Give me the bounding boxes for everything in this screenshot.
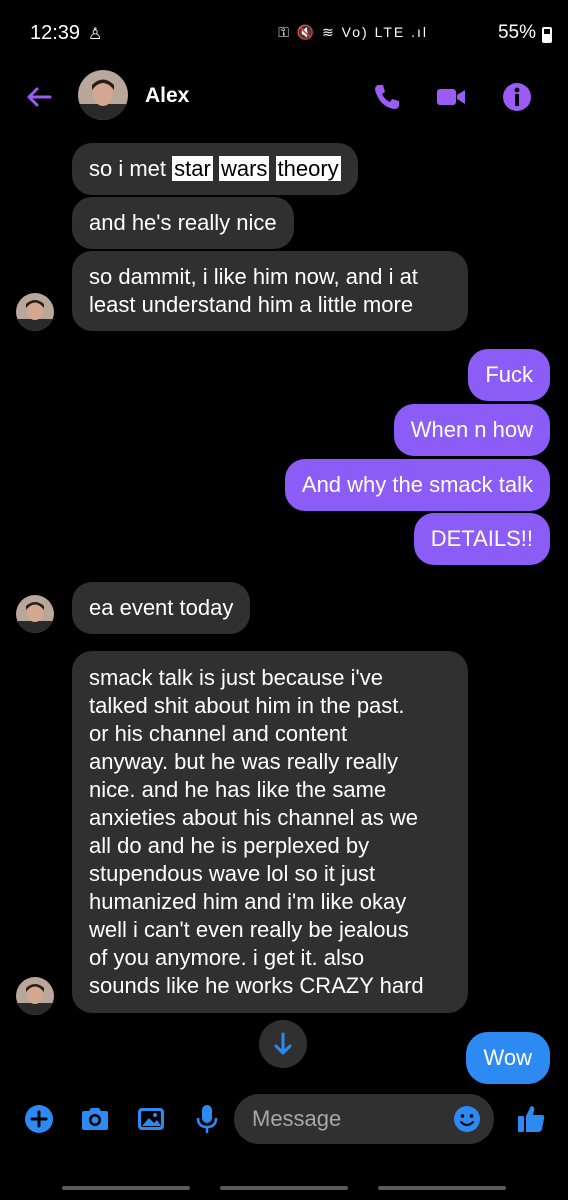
contact-name[interactable]: Alex bbox=[145, 84, 189, 108]
voice-button[interactable] bbox=[190, 1102, 224, 1136]
arrow-down-icon bbox=[274, 1032, 292, 1055]
message-bubble-incoming[interactable]: smack talk is just because i've talked s… bbox=[72, 651, 468, 1013]
emoji-button[interactable] bbox=[452, 1104, 482, 1134]
highlighted-word: wars bbox=[218, 156, 270, 181]
battery-icon bbox=[542, 27, 552, 43]
like-button[interactable] bbox=[514, 1102, 548, 1136]
battery-percent: 55% bbox=[497, 22, 536, 43]
plus-icon bbox=[25, 1105, 53, 1133]
message-line: all do and he is perplexed by bbox=[89, 833, 370, 858]
message-line: or his channel and content bbox=[89, 721, 348, 746]
status-bar: 12:39 ♙ ⚿ 🔇 ≋ Vo) LTE .ıl 55% bbox=[0, 0, 568, 62]
message-bubble-incoming[interactable]: so dammit, i like him now, and i at leas… bbox=[72, 251, 468, 331]
message-text bbox=[269, 156, 275, 181]
thumbs-up-icon bbox=[518, 1106, 545, 1132]
composer-bar bbox=[0, 1090, 568, 1150]
gallery-icon bbox=[138, 1108, 164, 1130]
camera-icon bbox=[82, 1108, 108, 1130]
message-line: anxieties about his channel as we bbox=[89, 805, 418, 830]
info-button[interactable] bbox=[500, 80, 534, 114]
message-bubble-outgoing[interactable]: When n how bbox=[393, 404, 550, 456]
sender-avatar[interactable] bbox=[16, 293, 54, 331]
highlighted-word: theory bbox=[275, 156, 341, 181]
video-call-button[interactable] bbox=[434, 80, 468, 114]
sender-avatar[interactable] bbox=[16, 595, 54, 633]
nav-home[interactable] bbox=[220, 1186, 348, 1190]
message-bubble-outgoing[interactable]: Fuck bbox=[468, 349, 550, 401]
highlighted-word: star bbox=[172, 156, 213, 181]
add-button[interactable] bbox=[22, 1102, 56, 1136]
message-bubble-incoming[interactable]: ea event today bbox=[72, 582, 251, 634]
system-nav-bar bbox=[0, 1160, 568, 1200]
message-line: well i can't even really be jealous bbox=[89, 917, 409, 942]
phone-icon bbox=[375, 85, 399, 109]
notification-icon: ♙ bbox=[88, 26, 103, 43]
message-bubble-outgoing[interactable]: Wow bbox=[465, 1032, 550, 1084]
message-text: and he's really nice bbox=[89, 210, 277, 235]
message-text: DETAILS!! bbox=[430, 526, 533, 551]
message-line: talked shit about him in the past. bbox=[89, 693, 405, 718]
message-text: so i met bbox=[89, 156, 173, 181]
message-line: so dammit, i like him now, and i at bbox=[89, 264, 418, 289]
scroll-to-bottom-button[interactable] bbox=[259, 1020, 307, 1068]
back-button[interactable] bbox=[22, 80, 56, 114]
camera-button[interactable] bbox=[78, 1102, 112, 1136]
chat-header: Alex bbox=[0, 62, 568, 132]
status-icons: ⚿ 🔇 ≋ Vo) LTE .ıl bbox=[278, 24, 428, 40]
message-bubble-outgoing[interactable]: And why the smack talk bbox=[284, 459, 550, 511]
video-icon bbox=[437, 89, 465, 105]
message-line: nice. and he has like the same bbox=[89, 777, 387, 802]
call-button[interactable] bbox=[370, 80, 404, 114]
mic-icon bbox=[196, 1105, 218, 1133]
gallery-button[interactable] bbox=[134, 1102, 168, 1136]
info-icon bbox=[503, 83, 531, 111]
message-bubble-outgoing[interactable]: DETAILS!! bbox=[413, 513, 550, 565]
message-line: humanized him and i'm like okay bbox=[89, 889, 407, 914]
message-text: When n how bbox=[410, 417, 533, 442]
nav-back[interactable] bbox=[378, 1186, 506, 1190]
back-arrow-icon bbox=[27, 87, 52, 107]
sender-avatar[interactable] bbox=[16, 977, 54, 1015]
message-text: ea event today bbox=[89, 595, 234, 620]
nav-recents[interactable] bbox=[62, 1186, 190, 1190]
message-line: smack talk is just because i've bbox=[89, 665, 383, 690]
message-text: Fuck bbox=[485, 362, 533, 387]
message-bubble-incoming[interactable]: and he's really nice bbox=[72, 197, 294, 249]
message-line: least understand him a little more bbox=[89, 292, 414, 317]
message-line: anyway. but he was really really bbox=[89, 749, 398, 774]
status-time: 12:39 bbox=[30, 22, 81, 44]
message-text: Wow bbox=[483, 1045, 533, 1070]
contact-avatar[interactable] bbox=[78, 70, 128, 120]
message-text: And why the smack talk bbox=[301, 472, 533, 497]
message-line: of you anymore. i get it. also bbox=[89, 945, 365, 970]
message-bubble-incoming[interactable]: so i met star wars theory bbox=[72, 143, 358, 195]
emoji-icon bbox=[454, 1106, 480, 1132]
message-line: sounds like he works CRAZY hard bbox=[89, 973, 424, 998]
message-line: stupendous wave lol so it just bbox=[89, 861, 376, 886]
